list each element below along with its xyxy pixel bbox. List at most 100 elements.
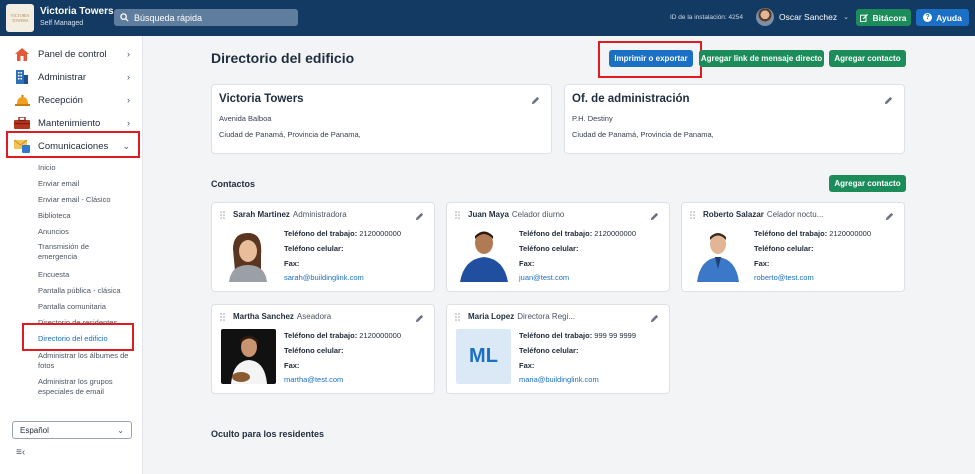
work-phone-label: Teléfono del trabajo:: [284, 331, 358, 340]
sidebar-item-panel[interactable]: Panel de control ›: [14, 44, 136, 64]
contact-initials-avatar: ML: [456, 329, 511, 384]
sidebar-item-label: Panel de control: [38, 48, 107, 60]
contact-role: Celador noctu...: [766, 210, 824, 219]
pencil-icon[interactable]: [415, 212, 424, 221]
contact-card[interactable]: Maria Lopez Directora Regi... ML Teléfono…: [446, 304, 670, 394]
page-title: Directorio del edificio: [211, 50, 355, 66]
drag-handle-icon[interactable]: [455, 313, 461, 321]
cell-phone-label: Teléfono celular:: [754, 244, 814, 253]
contacts-title: Contactos: [211, 179, 256, 189]
contact-name: Roberto Salazar: [703, 210, 764, 219]
pencil-icon[interactable]: [884, 96, 893, 105]
contact-role: Aseadora: [296, 312, 332, 321]
add-direct-message-link-button[interactable]: Agregar link de mensaje directo: [699, 50, 824, 67]
pencil-icon[interactable]: [650, 314, 659, 323]
user-menu[interactable]: Oscar Sanchez ⌄: [756, 8, 849, 26]
highlight-print-export: [598, 41, 702, 78]
contact-email[interactable]: juan@test.com: [519, 273, 569, 282]
sub-item-pantalla-publica[interactable]: Pantalla pública - clásica: [38, 286, 136, 296]
contact-email[interactable]: maria@buildinglink.com: [519, 375, 599, 384]
chevron-right-icon: ›: [127, 72, 130, 82]
contact-card[interactable]: Sarah Martinez Administradora Teléfono de…: [211, 202, 435, 292]
sidebar-item-label: Recepción: [38, 94, 83, 106]
admin-office-name: Of. de administración: [572, 93, 690, 105]
contact-card[interactable]: Martha Sanchez Aseadora Teléfono del trab…: [211, 304, 435, 394]
top-bar: VICTORIA TOWERS Victoria Towers Self Man…: [0, 0, 975, 36]
app-subtitle: Self Managed: [40, 20, 84, 27]
logo-text: VICTORIA TOWERS: [10, 13, 30, 23]
app-logo[interactable]: VICTORIA TOWERS: [6, 4, 34, 32]
bitacora-label: Bitácora: [872, 12, 907, 23]
contact-card[interactable]: Roberto Salazar Celador noctu... Teléfono…: [681, 202, 905, 292]
fax-label: Fax:: [284, 361, 300, 370]
sub-item-enviar-email[interactable]: Enviar email: [38, 179, 136, 189]
bitacora-button[interactable]: Bitácora: [856, 9, 911, 26]
building-address-line1: Avenida Balboa: [219, 114, 272, 123]
sub-item-albumes[interactable]: Administrar los álbumes de fotos: [38, 351, 134, 371]
language-select[interactable]: Español ⌄: [12, 421, 132, 439]
sub-item-pantalla-comunitaria[interactable]: Pantalla comunitaria: [38, 302, 136, 312]
work-phone-label: Teléfono del trabajo:: [754, 229, 828, 238]
contact-name: Sarah Martinez: [233, 210, 290, 219]
contact-name: Martha Sanchez: [233, 312, 294, 321]
admin-office-line1: P.H. Destiny: [572, 114, 613, 123]
pencil-icon[interactable]: [650, 212, 659, 221]
work-phone-value: 2120000000: [829, 229, 872, 238]
contact-photo: [456, 227, 511, 282]
contact-name: Maria Lopez: [468, 312, 515, 321]
highlight-comunicaciones: [6, 131, 140, 158]
drag-handle-icon[interactable]: [690, 211, 696, 219]
pencil-icon[interactable]: [885, 212, 894, 221]
user-name: Oscar Sanchez: [779, 12, 838, 22]
pencil-icon[interactable]: [415, 314, 424, 323]
sub-item-inicio[interactable]: Inicio: [38, 163, 136, 173]
contact-role: Directora Regi...: [517, 312, 576, 321]
help-icon: ?: [923, 13, 933, 22]
chevron-down-icon: ⌄: [843, 14, 849, 21]
contact-email[interactable]: sarah@buildinglink.com: [284, 273, 364, 282]
contact-role: Celador diurno: [511, 210, 565, 219]
collapse-sidebar-icon[interactable]: ≡‹: [16, 447, 25, 458]
contact-email[interactable]: roberto@test.com: [754, 273, 814, 282]
sidebar-item-administrar[interactable]: Administrar ›: [14, 67, 136, 87]
highlight-directorio-edificio: [22, 323, 134, 351]
contact-photo: [221, 329, 276, 384]
install-id: ID de la instalación: 4254: [670, 14, 743, 21]
sidebar-item-label: Mantenimiento: [38, 117, 101, 129]
toolbox-icon: [14, 116, 30, 130]
sidebar-item-mantenimiento[interactable]: Mantenimiento ›: [14, 113, 136, 133]
building-card: Victoria Towers Avenida Balboa Ciudad de…: [211, 84, 552, 154]
contact-email[interactable]: martha@test.com: [284, 375, 343, 384]
ayuda-button[interactable]: ? Ayuda: [916, 9, 969, 26]
drag-handle-icon[interactable]: [220, 211, 226, 219]
drag-handle-icon[interactable]: [220, 313, 226, 321]
sub-item-encuesta[interactable]: Encuesta: [38, 270, 136, 280]
search-input[interactable]: Búsqueda rápida: [114, 9, 298, 26]
chevron-down-icon: ⌄: [117, 425, 124, 435]
contact-role: Administradora: [292, 210, 347, 219]
work-phone-value: 2120000000: [359, 331, 402, 340]
drag-handle-icon[interactable]: [455, 211, 461, 219]
work-phone-label: Teléfono del trabajo:: [284, 229, 358, 238]
work-phone-label: Teléfono del trabajo:: [519, 229, 593, 238]
hidden-section-title: Oculto para los residentes: [211, 429, 325, 439]
pencil-icon[interactable]: [531, 96, 540, 105]
contact-name: Juan Maya: [468, 210, 509, 219]
sub-item-anuncios[interactable]: Anuncios: [38, 227, 136, 237]
sidebar-item-recepcion[interactable]: Recepción ›: [14, 90, 136, 110]
search-icon: [120, 13, 129, 22]
sidebar-item-label: Administrar: [38, 71, 87, 83]
sub-item-enviar-email-clasico[interactable]: Enviar email - Clásico: [38, 195, 136, 205]
cell-phone-label: Teléfono celular:: [284, 346, 344, 355]
app-title: Victoria Towers: [40, 6, 114, 17]
contact-card[interactable]: Juan Maya Celador diurno Teléfono del tra…: [446, 202, 670, 292]
add-contact-button[interactable]: Agregar contacto: [829, 50, 906, 67]
sub-item-biblioteca[interactable]: Biblioteca: [38, 211, 136, 221]
add-contact-button-secondary[interactable]: Agregar contacto: [829, 175, 906, 192]
work-phone-value: 2120000000: [359, 229, 402, 238]
admin-office-card: Of. de administración P.H. Destiny Ciuda…: [564, 84, 905, 154]
work-phone-label: Teléfono del trabajo:: [519, 331, 593, 340]
sub-item-grupos-email[interactable]: Administrar los grupos especiales de ema…: [38, 377, 130, 397]
chevron-right-icon: ›: [127, 95, 130, 105]
sub-item-transmision[interactable]: Transmisión de emergencia: [38, 242, 108, 262]
